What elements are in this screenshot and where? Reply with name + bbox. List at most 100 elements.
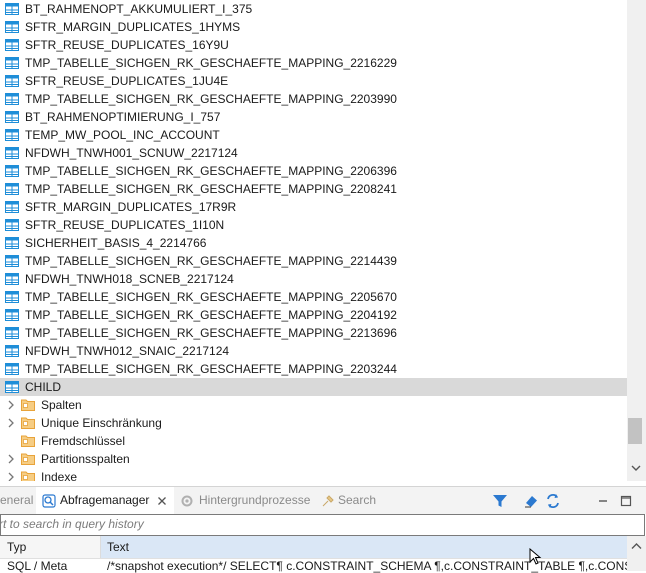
tree-item-table[interactable]: BT_RAHMENOPTIMIERUNG_I_757 — [0, 108, 627, 126]
tree-child-spalten[interactable]: Spalten — [0, 396, 627, 414]
table-icon — [5, 381, 19, 393]
query-manager-icon — [42, 494, 56, 508]
scroll-down-icon[interactable] — [630, 462, 642, 474]
table-icon — [5, 201, 19, 213]
tree-item-label: SFTR_MARGIN_DUPLICATES_1HYMS — [25, 20, 241, 34]
tree-item-label: SICHERHEIT_BASIS_4_2214766 — [25, 236, 207, 250]
table-icon — [5, 309, 19, 321]
chevron-right-icon[interactable] — [6, 468, 16, 481]
filter-icon[interactable] — [492, 493, 508, 509]
folder-icon — [21, 435, 35, 447]
column-header-text[interactable]: Text — [101, 536, 627, 558]
table-icon — [5, 237, 19, 249]
table-icon — [5, 345, 19, 357]
chevron-right-icon[interactable] — [6, 396, 16, 414]
table-icon — [5, 363, 19, 375]
tree-item-table[interactable]: TMP_TABELLE_SICHGEN_RK_GESCHAEFTE_MAPPIN… — [0, 162, 627, 180]
table-icon — [5, 93, 19, 105]
tree-item-table[interactable]: SFTR_MARGIN_DUPLICATES_17R9R — [0, 198, 627, 216]
tree-item-label: BT_RAHMENOPT_AKKUMULIERT_I_375 — [25, 2, 253, 16]
tree-item-label: TMP_TABELLE_SICHGEN_RK_GESCHAEFTE_MAPPIN… — [25, 254, 397, 268]
table-icon — [5, 147, 19, 159]
tree-item-table[interactable]: TMP_TABELLE_SICHGEN_RK_GESCHAEFTE_MAPPIN… — [0, 90, 627, 108]
tree-item-table[interactable]: NFDWH_TNWH012_SNAIC_2217124 — [0, 342, 627, 360]
minimize-icon[interactable] — [595, 493, 611, 509]
tree-item-label: TMP_TABELLE_SICHGEN_RK_GESCHAEFTE_MAPPIN… — [25, 164, 397, 178]
tree-child-fremdschl-ssel[interactable]: Fremdschlüssel — [0, 432, 627, 450]
tree-item-label: SFTR_MARGIN_DUPLICATES_17R9R — [25, 200, 237, 214]
tree-item-label: TMP_TABELLE_SICHGEN_RK_GESCHAEFTE_MAPPIN… — [25, 326, 397, 340]
tree-item-table[interactable]: SFTR_MARGIN_DUPLICATES_1HYMS — [0, 18, 627, 36]
tree-item-table[interactable]: TMP_TABELLE_SICHGEN_RK_GESCHAEFTE_MAPPIN… — [0, 54, 627, 72]
tab-background-processes-label: Hintergrundprozesse — [199, 493, 311, 507]
navigator-tree[interactable]: BT_RAHMENOPT_AKKUMULIERT_I_375 SFTR_MARGI… — [0, 0, 627, 481]
table-icon — [5, 39, 19, 51]
table-icon — [5, 219, 19, 231]
tree-item-table[interactable]: TMP_TABELLE_SICHGEN_RK_GESCHAEFTE_MAPPIN… — [0, 324, 627, 342]
table-icon — [5, 57, 19, 69]
panel-tab-bar: eneral Abfragemanager Hintergrundprozess… — [0, 486, 646, 514]
query-grid-header: Typ Text — [0, 536, 627, 565]
table-icon — [5, 129, 19, 141]
close-icon[interactable] — [157, 496, 167, 506]
tree-item-label: TMP_TABELLE_SICHGEN_RK_GESCHAEFTE_MAPPIN… — [25, 56, 397, 70]
table-icon — [5, 183, 19, 195]
tree-child-label: Spalten — [41, 398, 82, 412]
tree-item-label: SFTR_REUSE_DUPLICATES_1I10N — [25, 218, 225, 232]
tree-item-label: TEMP_MW_POOL_INC_ACCOUNT — [25, 128, 220, 142]
eraser-icon[interactable] — [523, 493, 539, 509]
tree-item-table[interactable]: TMP_TABELLE_SICHGEN_RK_GESCHAEFTE_MAPPIN… — [0, 360, 627, 378]
folder-icon — [21, 471, 35, 481]
maximize-icon[interactable] — [618, 493, 634, 509]
grid-vertical-scrollbar[interactable] — [627, 536, 646, 571]
query-history-search[interactable] — [0, 514, 645, 536]
tree-child-unique-einschr-nkung[interactable]: Unique Einschränkung — [0, 414, 627, 432]
tree-item-label: TMP_TABELLE_SICHGEN_RK_GESCHAEFTE_MAPPIN… — [25, 290, 397, 304]
tree-item-label: NFDWH_TNWH012_SNAIC_2217124 — [25, 344, 230, 358]
tab-general[interactable]: eneral — [0, 487, 33, 514]
tree-item-label: TMP_TABELLE_SICHGEN_RK_GESCHAEFTE_MAPPIN… — [25, 362, 397, 376]
sync-icon[interactable] — [545, 493, 561, 509]
tree-item-table[interactable]: NFDWH_TNWH018_SCNEB_2217124 — [0, 270, 627, 288]
flashlight-icon — [322, 495, 334, 507]
scrollbar-thumb[interactable] — [628, 418, 642, 444]
tree-item-label: TMP_TABELLE_SICHGEN_RK_GESCHAEFTE_MAPPIN… — [25, 92, 397, 106]
tree-item-table[interactable]: SFTR_REUSE_DUPLICATES_1JU4E — [0, 72, 627, 90]
tree-item-table[interactable]: TMP_TABELLE_SICHGEN_RK_GESCHAEFTE_MAPPIN… — [0, 252, 627, 270]
tree-item-table[interactable]: BT_RAHMENOPT_AKKUMULIERT_I_375 — [0, 0, 627, 18]
tree-item-table[interactable]: TMP_TABELLE_SICHGEN_RK_GESCHAEFTE_MAPPIN… — [0, 288, 627, 306]
tree-item-table[interactable]: NFDWH_TNWH001_SCNUW_2217124 — [0, 144, 627, 162]
query-history-search-input[interactable] — [0, 515, 629, 533]
tree-item-label: NFDWH_TNWH018_SCNEB_2217124 — [25, 272, 234, 286]
table-icon — [5, 3, 19, 15]
scroll-up-icon[interactable] — [631, 542, 642, 550]
table-icon — [5, 291, 19, 303]
tab-search-label: Search — [338, 493, 377, 507]
tree-item-table[interactable]: TMP_TABELLE_SICHGEN_RK_GESCHAEFTE_MAPPIN… — [0, 306, 627, 324]
tree-item-child-table[interactable]: CHILD — [0, 378, 627, 396]
chevron-right-icon[interactable] — [6, 450, 16, 468]
tree-vertical-scrollbar[interactable] — [627, 0, 646, 481]
tree-item-label: CHILD — [25, 380, 62, 394]
tree-child-label: Unique Einschränkung — [41, 416, 162, 430]
tree-child-label: Partitionsspalten — [41, 452, 130, 466]
tree-child-indexe[interactable]: Indexe — [0, 468, 627, 481]
column-header-type[interactable]: Typ — [0, 536, 101, 558]
tree-item-label: BT_RAHMENOPTIMIERUNG_I_757 — [25, 110, 221, 124]
tree-item-label: SFTR_REUSE_DUPLICATES_1JU4E — [25, 74, 229, 88]
chevron-right-icon[interactable] — [6, 414, 16, 432]
tab-query-manager-label: Abfragemanager — [60, 493, 150, 507]
tree-item-table[interactable]: TMP_TABELLE_SICHGEN_RK_GESCHAEFTE_MAPPIN… — [0, 180, 627, 198]
tree-item-label: TMP_TABELLE_SICHGEN_RK_GESCHAEFTE_MAPPIN… — [25, 182, 397, 196]
tab-general-label: eneral — [0, 493, 34, 507]
tree-item-label: NFDWH_TNWH001_SCNUW_2217124 — [25, 146, 238, 160]
tree-item-table[interactable]: TEMP_MW_POOL_INC_ACCOUNT — [0, 126, 627, 144]
table-icon — [5, 21, 19, 33]
tree-item-table[interactable]: SFTR_REUSE_DUPLICATES_1I10N — [0, 216, 627, 234]
tree-item-table[interactable]: SFTR_REUSE_DUPLICATES_16Y9U — [0, 36, 627, 54]
table-icon — [5, 111, 19, 123]
tab-query-manager[interactable]: Abfragemanager — [36, 487, 174, 514]
tree-item-table[interactable]: SICHERHEIT_BASIS_4_2214766 — [0, 234, 627, 252]
tree-child-partitionsspalten[interactable]: Partitionsspalten — [0, 450, 627, 468]
table-icon — [5, 327, 19, 339]
